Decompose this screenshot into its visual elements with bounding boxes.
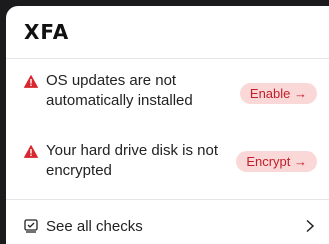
checklist-icon [24, 219, 38, 233]
alert-text: OS updates are not automatically install… [46, 72, 193, 109]
alert-os-updates: OS updates are not automatically install… [6, 59, 329, 129]
panel-header: XFA [6, 6, 329, 58]
alert-disk-encryption: Your hard drive disk is not encrypted En… [6, 129, 329, 199]
alert-text: Your hard drive disk is not encrypted [46, 142, 219, 179]
xfa-logo: XFA [24, 20, 70, 44]
security-checks-panel: XFA OS updates are not automatically ins… [6, 6, 329, 244]
see-all-checks-label: See all checks [46, 217, 143, 235]
warning-triangle-icon [24, 75, 38, 88]
see-all-checks-link[interactable]: See all checks [6, 200, 329, 244]
encrypt-button[interactable]: Encrypt → [236, 151, 317, 172]
chevron-right-icon [306, 219, 315, 233]
enable-button[interactable]: Enable → [239, 83, 317, 104]
warning-triangle-icon [24, 145, 38, 158]
